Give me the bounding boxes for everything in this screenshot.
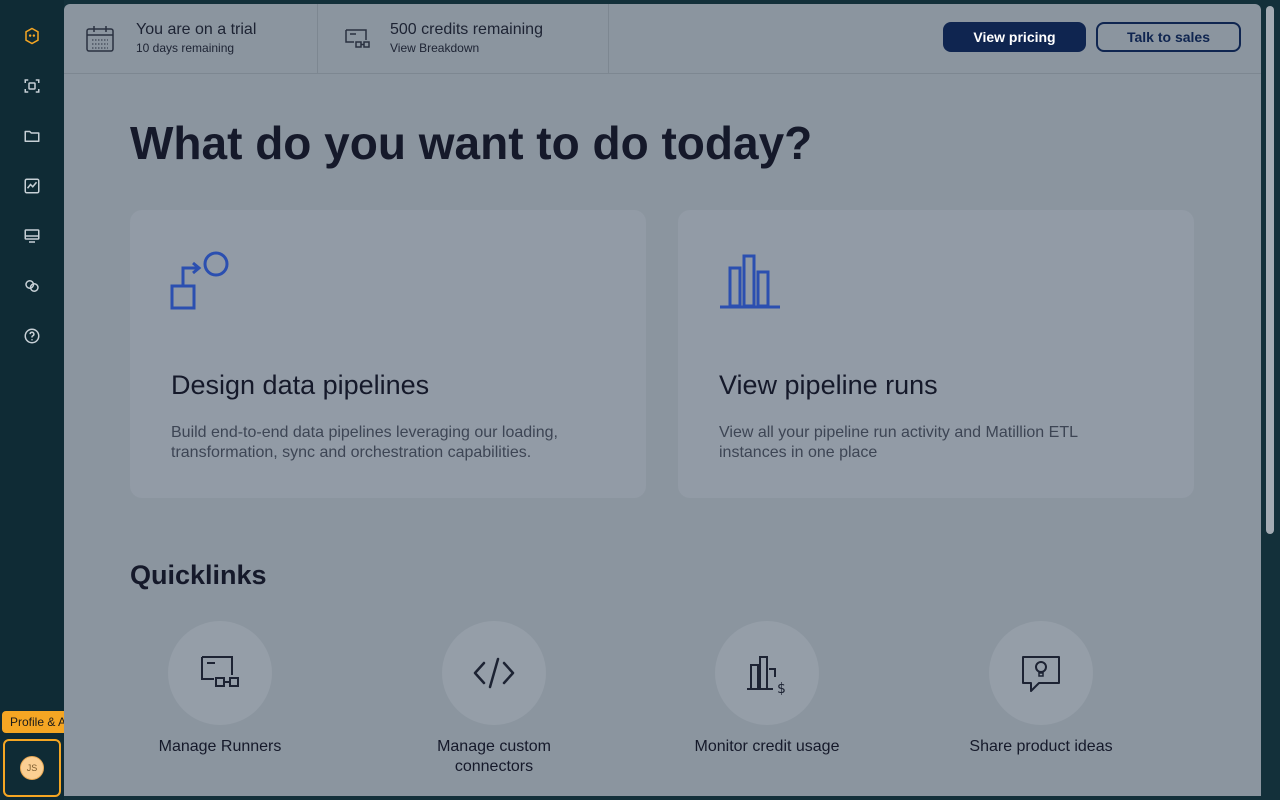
card-title: View pipeline runs: [719, 370, 938, 400]
logo-icon[interactable]: [20, 24, 44, 48]
svg-text:$: $: [777, 681, 786, 695]
credits-title: 500 credits remaining: [390, 21, 543, 38]
bar-chart-icon: [718, 250, 782, 310]
calendar-icon: [85, 24, 115, 54]
trial-status: You are on a trial 10 days remaining: [64, 4, 318, 74]
runner-icon: [342, 24, 372, 54]
quicklink-label[interactable]: Manage custom connectors: [394, 737, 594, 777]
quicklink-label[interactable]: Manage Runners: [120, 737, 320, 757]
sidebar: Profile & Account JS: [0, 0, 110, 800]
help-icon[interactable]: [20, 324, 44, 348]
profile-account-button[interactable]: JS: [3, 739, 61, 797]
trial-days-remaining: 10 days remaining: [136, 41, 235, 55]
folder-icon[interactable]: [20, 124, 44, 148]
quicklink-share-product-ideas[interactable]: Share product ideas: [941, 621, 1141, 757]
quicklink-icon-circle[interactable]: [989, 621, 1093, 725]
view-pipeline-runs-card[interactable]: View pipeline runs View all your pipelin…: [678, 210, 1194, 498]
card-title: Design data pipelines: [171, 370, 430, 400]
quicklink-label[interactable]: Monitor credit usage: [667, 737, 867, 757]
pipeline-design-icon: [170, 250, 234, 310]
card-description: View all your pipeline run activity and …: [719, 424, 1078, 461]
trial-title: You are on a trial: [136, 21, 257, 38]
quicklink-manage-runners[interactable]: Manage Runners: [120, 621, 320, 757]
code-icon: [473, 657, 515, 689]
lightbulb-chat-icon: [1022, 656, 1060, 692]
quicklink-manage-custom-connectors[interactable]: Manage custom connectors: [394, 621, 594, 777]
topbar: You are on a trial 10 days remaining 500…: [64, 4, 1261, 74]
main-content: You are on a trial 10 days remaining 500…: [64, 4, 1261, 796]
quicklink-monitor-credit-usage[interactable]: $ Monitor credit usage: [667, 621, 867, 757]
scrollbar[interactable]: [1266, 6, 1274, 534]
page-title: What do you want to do today?: [130, 117, 813, 169]
card-description: Build end-to-end data pipelines leveragi…: [171, 424, 558, 461]
quicklink-icon-circle[interactable]: [168, 621, 272, 725]
quicklink-icon-circle[interactable]: [442, 621, 546, 725]
scan-icon[interactable]: [20, 74, 44, 98]
quicklink-label[interactable]: Share product ideas: [941, 737, 1141, 757]
avatar: JS: [20, 756, 44, 780]
quicklink-icon-circle[interactable]: $: [715, 621, 819, 725]
design-pipelines-card[interactable]: Design data pipelines Build end-to-end d…: [130, 210, 646, 498]
credit-usage-icon: $: [747, 656, 786, 695]
quicklinks-title: Quicklinks: [130, 560, 267, 590]
view-pricing-button[interactable]: View pricing: [943, 22, 1086, 52]
activity-chart-icon[interactable]: [20, 174, 44, 198]
monitor-icon[interactable]: [20, 224, 44, 248]
runner-icon: [201, 656, 239, 687]
link-icon[interactable]: [20, 274, 44, 298]
credits-status: 500 credits remaining View Breakdown: [318, 4, 609, 74]
talk-to-sales-button[interactable]: Talk to sales: [1096, 22, 1241, 52]
view-breakdown-link[interactable]: View Breakdown: [390, 41, 543, 55]
